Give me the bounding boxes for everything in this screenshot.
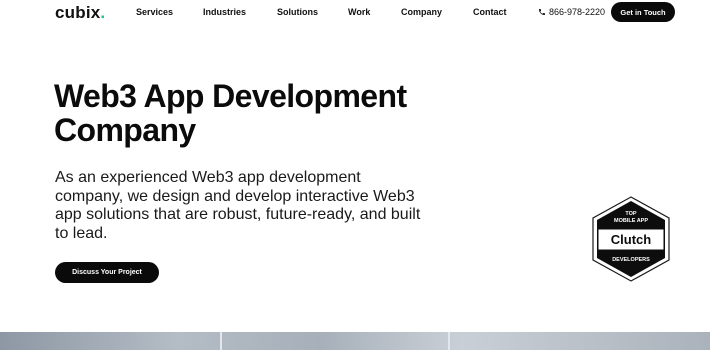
page-title: Web3 App Development Company [54, 78, 407, 148]
hero-image-strip [0, 332, 710, 350]
hero-description: As an experienced Web3 app development c… [55, 169, 421, 242]
top-navigation: cubix. Services Industries Solutions Wor… [0, 0, 710, 26]
phone-number: 866-978-2220 [549, 7, 606, 17]
badge-line1: TOP [625, 211, 637, 217]
nav-item-industries[interactable]: Industries [203, 7, 246, 17]
nav-item-company[interactable]: Company [401, 7, 442, 17]
phone-link[interactable]: 866-978-2220 [538, 7, 605, 17]
badge-brand: Clutch [611, 232, 652, 247]
nav-item-solutions[interactable]: Solutions [277, 7, 318, 17]
nav-item-work[interactable]: Work [348, 7, 370, 17]
get-in-touch-button[interactable]: Get in Touch [611, 2, 675, 22]
logo-dot: . [100, 3, 106, 22]
discuss-your-project-button[interactable]: Discuss Your Project [55, 262, 159, 283]
image-divider [448, 332, 450, 350]
logo[interactable]: cubix. [55, 3, 105, 23]
image-divider [220, 332, 222, 350]
badge-line2: MOBILE APP [614, 218, 648, 224]
clutch-badge: TOP MOBILE APP Clutch DEVELOPERS [592, 196, 670, 282]
phone-icon [539, 9, 545, 15]
nav-item-services[interactable]: Services [136, 7, 173, 17]
nav-item-contact[interactable]: Contact [473, 7, 507, 17]
logo-text: cubix [55, 3, 101, 22]
badge-line3: DEVELOPERS [612, 257, 650, 263]
